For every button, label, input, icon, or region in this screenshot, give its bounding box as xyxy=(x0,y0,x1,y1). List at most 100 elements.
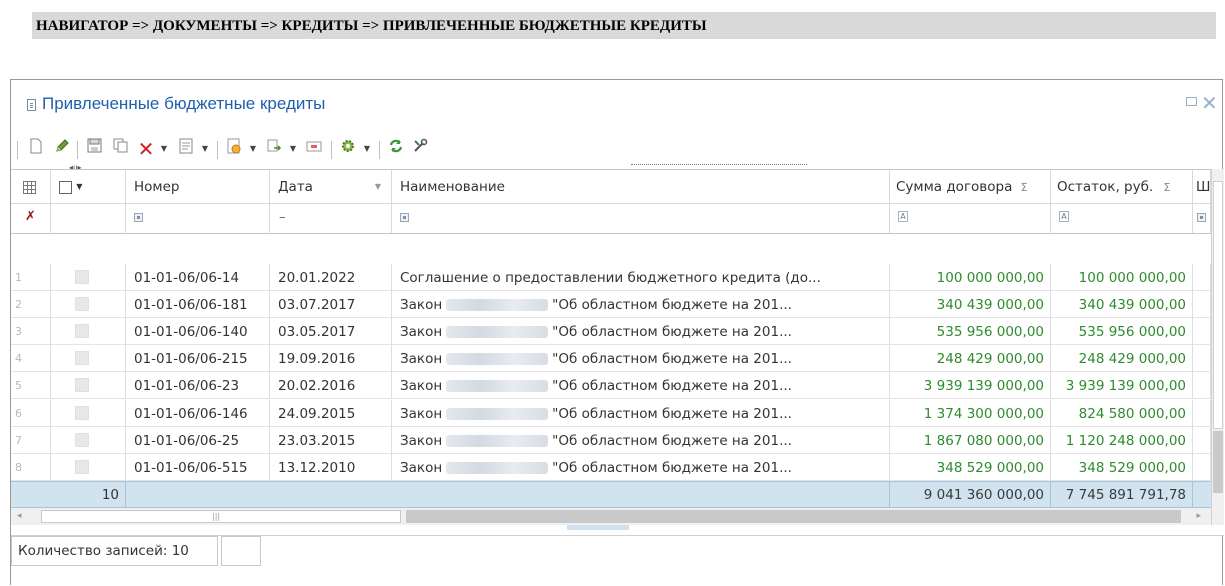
cell-number: 01-01-06/06-140 xyxy=(126,318,270,346)
edit-pencil-icon[interactable] xyxy=(51,138,73,160)
table-row[interactable]: 8 01-01-06/06-515 13.12.2010 Закон "Об облас… xyxy=(11,453,1211,481)
report-icon[interactable] xyxy=(223,138,245,160)
column-header-date[interactable]: Дата ▼ xyxy=(270,170,392,204)
settings-gear-icon[interactable] xyxy=(337,138,359,160)
close-icon[interactable]: ✕ xyxy=(1201,91,1218,115)
chevron-down-icon[interactable]: ▼ xyxy=(199,138,211,160)
toolbar-separator xyxy=(379,141,380,159)
filter-cell xyxy=(51,204,126,234)
save-icon[interactable] xyxy=(83,138,105,160)
table-row[interactable]: 7 01-01-06/06-25 23.03.2015 Закон "Об област… xyxy=(11,426,1211,454)
copy-icon[interactable] xyxy=(109,138,131,160)
vertical-scroll-track[interactable] xyxy=(1213,431,1223,493)
filter-sum[interactable]: A xyxy=(890,204,1051,234)
column-chooser-icon[interactable] xyxy=(11,170,51,204)
row-checkbox[interactable] xyxy=(75,351,89,366)
pin-icon[interactable]: ✗ xyxy=(25,209,36,224)
cell-rest: 1 120 248 000,00 xyxy=(1051,426,1193,454)
new-document-icon[interactable] xyxy=(25,138,47,160)
table-row[interactable]: 5 01-01-06/06-23 20.02.2016 Закон "Об област… xyxy=(11,372,1211,400)
column-header-name[interactable]: Наименование xyxy=(392,170,890,204)
filter-number[interactable] xyxy=(126,204,270,234)
cell-name-text: Закон xyxy=(400,432,443,449)
chevron-down-icon[interactable]: ▼ xyxy=(247,138,259,160)
row-checkbox[interactable] xyxy=(75,297,89,312)
chevron-down-icon[interactable]: ▼ xyxy=(287,138,299,160)
tools-icon[interactable] xyxy=(409,138,431,160)
row-checkbox[interactable] xyxy=(75,378,89,393)
print-icon[interactable] xyxy=(303,138,325,160)
chevron-down-icon[interactable]: ▼ xyxy=(76,182,82,191)
row-checkbox-cell[interactable] xyxy=(51,264,126,291)
filter-icon[interactable] xyxy=(1197,213,1206,222)
vertical-scroll-thumb[interactable] xyxy=(1213,181,1223,429)
redacted-region-name xyxy=(446,353,549,366)
splitter-grip[interactable] xyxy=(567,525,629,530)
cell-name-text-rest: "Об областном бюджете на 201... xyxy=(552,378,792,395)
filter-icon[interactable] xyxy=(134,213,143,222)
sort-arrow-icon: ▼ xyxy=(374,182,381,191)
filter-text-icon[interactable]: A xyxy=(898,211,908,222)
column-header-number[interactable]: Номер xyxy=(126,170,270,204)
filter-pin-cell[interactable]: ✗ xyxy=(11,204,51,234)
cell-name-text-rest: "Об областном бюджете на 201... xyxy=(552,432,792,449)
row-index: 6 xyxy=(11,399,51,427)
totals-row: 10 9 041 360 000,00 7 745 891 791,78 xyxy=(11,481,1211,508)
row-checkbox-cell[interactable] xyxy=(51,453,126,481)
cell-name-text: Закон xyxy=(400,297,443,314)
cell-date: 23.03.2015 xyxy=(270,426,392,454)
row-checkbox[interactable] xyxy=(75,270,89,284)
cell-name-text-rest: "Об областном бюджете на 201... xyxy=(552,324,792,341)
filter-date[interactable]: – xyxy=(270,204,392,234)
total-spacer xyxy=(126,482,890,507)
row-checkbox[interactable] xyxy=(75,459,89,474)
table-row[interactable]: 6 01-01-06/06-146 24.09.2015 Закон "Об облас… xyxy=(11,399,1211,427)
horizontal-scroll-track[interactable] xyxy=(406,510,1181,523)
cell-name-text: Закон xyxy=(400,351,443,368)
table-row[interactable]: 4 01-01-06/06-215 19.09.2016 Закон "Об облас… xyxy=(11,345,1211,373)
filter-text-icon[interactable]: A xyxy=(1059,211,1069,222)
table-row[interactable]: 3 01-01-06/06-140 03.05.2017 Закон "Об облас… xyxy=(11,318,1211,346)
row-checkbox[interactable] xyxy=(75,405,89,420)
filter-name[interactable] xyxy=(392,204,890,234)
row-checkbox-cell[interactable] xyxy=(51,318,126,346)
row-checkbox-cell[interactable] xyxy=(51,345,126,373)
row-index: 4 xyxy=(11,345,51,373)
row-index: 1 xyxy=(11,264,51,291)
cell-number: 01-01-06/06-14 xyxy=(126,264,270,291)
filter-partial[interactable] xyxy=(1193,204,1211,234)
column-header-date-label: Дата xyxy=(278,179,313,195)
delete-icon[interactable]: ✕ xyxy=(135,138,157,160)
table-row[interactable]: 1 01-01-06/06-14 20.01.2022 Соглашение о пр… xyxy=(11,264,1211,291)
column-header-partial[interactable]: Ш xyxy=(1193,170,1211,204)
row-checkbox-cell[interactable] xyxy=(51,291,126,319)
import-icon[interactable] xyxy=(263,138,285,160)
column-drag-indicator xyxy=(631,160,807,165)
row-checkbox[interactable] xyxy=(75,324,89,339)
record-count: Количество записей: 10 xyxy=(11,536,218,566)
row-checkbox[interactable] xyxy=(75,432,89,447)
select-all-checkbox[interactable]: ▼ xyxy=(51,170,126,204)
refresh-icon[interactable] xyxy=(385,138,407,160)
horizontal-scrollbar[interactable]: ◂ ||| ▸ xyxy=(11,508,1211,526)
column-header-rest[interactable]: Остаток, руб. Σ xyxy=(1051,170,1193,204)
row-checkbox-cell[interactable] xyxy=(51,372,126,400)
cell-number: 01-01-06/06-515 xyxy=(126,453,270,481)
cell-sum: 248 429 000,00 xyxy=(890,345,1051,373)
vertical-scrollbar[interactable] xyxy=(1211,169,1224,525)
panel-splitter[interactable] xyxy=(11,525,1224,536)
scroll-left-icon[interactable]: ◂ xyxy=(17,508,22,525)
toolbar-separator xyxy=(17,141,18,159)
filter-rest[interactable]: A xyxy=(1051,204,1193,234)
table-row[interactable]: 2 01-01-06/06-181 03.07.2017 Закон "Об облас… xyxy=(11,291,1211,319)
row-checkbox-cell[interactable] xyxy=(51,426,126,454)
horizontal-scroll-thumb[interactable]: ||| xyxy=(41,510,401,523)
chevron-down-icon[interactable]: ▼ xyxy=(158,138,170,160)
filter-icon[interactable] xyxy=(400,213,409,222)
document-list-icon[interactable] xyxy=(175,138,197,160)
chevron-down-icon[interactable]: ▼ xyxy=(361,138,373,160)
scroll-right-icon[interactable]: ▸ xyxy=(1196,508,1201,525)
row-checkbox-cell[interactable] xyxy=(51,399,126,427)
restore-icon[interactable] xyxy=(1186,97,1197,106)
column-header-sum[interactable]: Сумма договора Σ xyxy=(890,170,1051,204)
